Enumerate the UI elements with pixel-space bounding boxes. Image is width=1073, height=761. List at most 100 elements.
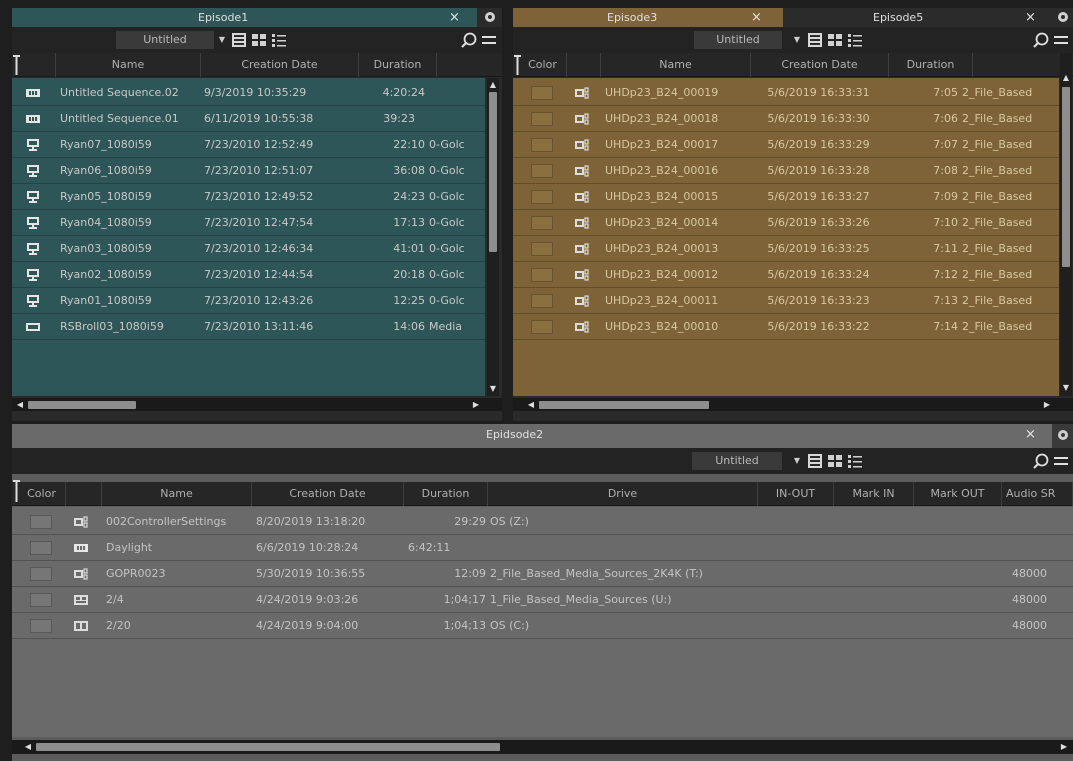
column-header-drive[interactable]: Drive bbox=[488, 482, 758, 506]
table-row[interactable]: UHDp23_B24_00014 5/6/2019 16:33:26 7:10 … bbox=[513, 210, 1059, 236]
color-swatch[interactable] bbox=[531, 164, 553, 178]
frame-view-icon[interactable] bbox=[231, 32, 247, 48]
column-header-blank[interactable] bbox=[22, 53, 56, 77]
color-swatch[interactable] bbox=[30, 515, 52, 529]
table-row[interactable]: UHDp23_B24_00011 5/6/2019 16:33:23 7:13 … bbox=[513, 288, 1059, 314]
list-view-icon[interactable] bbox=[271, 32, 287, 48]
horizontal-scrollbar[interactable]: ◀ ▶ bbox=[12, 740, 1073, 754]
horizontal-scroll-thumb[interactable] bbox=[539, 401, 709, 409]
close-icon[interactable]: × bbox=[449, 8, 460, 27]
close-icon[interactable]: × bbox=[1025, 8, 1036, 27]
list-view-icon[interactable] bbox=[847, 32, 863, 48]
grid-view-icon[interactable] bbox=[827, 453, 843, 469]
close-icon[interactable]: × bbox=[751, 8, 762, 27]
scroll-right-icon[interactable]: ▶ bbox=[1041, 400, 1053, 410]
color-swatch[interactable] bbox=[531, 138, 553, 152]
table-row[interactable]: 2/20 4/24/2019 9:04:00 1;04;13 OS (C:) 4… bbox=[12, 613, 1073, 639]
horizontal-scroll-thumb[interactable] bbox=[36, 743, 500, 751]
color-swatch[interactable] bbox=[30, 593, 52, 607]
view-name-field[interactable]: Untitled bbox=[692, 452, 782, 470]
frame-view-icon[interactable] bbox=[807, 32, 823, 48]
column-header-audio-sr[interactable]: Audio SR bbox=[1002, 482, 1073, 506]
table-row[interactable]: Ryan06_1080i59 7/23/2010 12:51:07 36:08 … bbox=[12, 158, 485, 184]
close-icon[interactable]: × bbox=[1025, 424, 1036, 446]
column-header-blank[interactable] bbox=[567, 53, 601, 77]
scroll-left-icon[interactable]: ◀ bbox=[22, 742, 34, 752]
gear-icon[interactable] bbox=[1055, 9, 1071, 25]
table-row[interactable]: Ryan04_1080i59 7/23/2010 12:47:54 17:13 … bbox=[12, 210, 485, 236]
scroll-up-icon[interactable]: ▲ bbox=[487, 80, 499, 90]
search-icon[interactable] bbox=[1032, 31, 1050, 49]
column-header-name[interactable]: Name bbox=[102, 482, 252, 506]
table-row[interactable]: GOPR0023 5/30/2019 10:36:55 12:09 2_File… bbox=[12, 561, 1073, 587]
column-header-duration[interactable]: Duration bbox=[889, 53, 973, 77]
table-row[interactable]: UHDp23_B24_00015 5/6/2019 16:33:27 7:09 … bbox=[513, 184, 1059, 210]
color-swatch[interactable] bbox=[531, 86, 553, 100]
column-header-mark-out[interactable]: Mark OUT bbox=[914, 482, 1002, 506]
chevron-down-icon[interactable]: ▼ bbox=[791, 31, 803, 49]
column-header-duration[interactable]: Duration bbox=[404, 482, 488, 506]
frame-view-icon[interactable] bbox=[807, 453, 823, 469]
grid-view-icon[interactable] bbox=[251, 32, 267, 48]
chevron-down-icon[interactable]: ▼ bbox=[216, 31, 228, 49]
color-swatch[interactable] bbox=[531, 242, 553, 256]
table-row[interactable]: UHDp23_B24_00018 5/6/2019 16:33:30 7:06 … bbox=[513, 106, 1059, 132]
horizontal-scrollbar[interactable]: ◀ ▶ bbox=[513, 398, 1073, 411]
horizontal-scroll-thumb[interactable] bbox=[28, 401, 136, 409]
menu-icon[interactable] bbox=[1052, 31, 1070, 49]
table-row[interactable]: Ryan01_1080i59 7/23/2010 12:43:26 12:25 … bbox=[12, 288, 485, 314]
color-swatch[interactable] bbox=[531, 320, 553, 334]
search-icon[interactable] bbox=[1032, 452, 1050, 470]
column-header-blank[interactable] bbox=[66, 482, 102, 506]
column-header-mark-in[interactable]: Mark IN bbox=[834, 482, 914, 506]
menu-icon[interactable] bbox=[480, 31, 498, 49]
column-header-color[interactable]: Color bbox=[519, 53, 567, 77]
color-swatch[interactable] bbox=[531, 190, 553, 204]
gear-icon[interactable] bbox=[1055, 427, 1071, 443]
column-header-creation-date[interactable]: Creation Date bbox=[252, 482, 404, 506]
scroll-down-icon[interactable]: ▼ bbox=[487, 384, 499, 394]
tab-episode3[interactable]: Episode3 × bbox=[513, 8, 783, 27]
color-swatch[interactable] bbox=[30, 619, 52, 633]
vertical-scroll-thumb[interactable] bbox=[489, 92, 497, 252]
column-header-color[interactable]: Color bbox=[18, 482, 66, 506]
menu-icon[interactable] bbox=[1052, 452, 1070, 470]
horizontal-scrollbar[interactable]: ◀ ▶ bbox=[12, 398, 502, 411]
view-name-field[interactable]: Untitled bbox=[116, 31, 214, 49]
color-swatch[interactable] bbox=[531, 268, 553, 282]
color-swatch[interactable] bbox=[531, 216, 553, 230]
table-row[interactable]: UHDp23_B24_00013 5/6/2019 16:33:25 7:11 … bbox=[513, 236, 1059, 262]
table-row[interactable]: Ryan02_1080i59 7/23/2010 12:44:54 20:18 … bbox=[12, 262, 485, 288]
table-row[interactable]: Ryan05_1080i59 7/23/2010 12:49:52 24:23 … bbox=[12, 184, 485, 210]
table-row[interactable]: UHDp23_B24_00010 5/6/2019 16:33:22 7:14 … bbox=[513, 314, 1059, 340]
table-row[interactable]: RSBroll03_1080i59 7/23/2010 13:11:46 14:… bbox=[12, 314, 485, 340]
column-header-creation-date[interactable]: Creation Date bbox=[751, 53, 889, 77]
column-header-name[interactable]: Name bbox=[601, 53, 751, 77]
vertical-scrollbar[interactable]: ▲ ▼ bbox=[487, 78, 499, 396]
table-row[interactable]: 002ControllerSettings 8/20/2019 13:18:20… bbox=[12, 509, 1073, 535]
table-row[interactable]: UHDp23_B24_00012 5/6/2019 16:33:24 7:12 … bbox=[513, 262, 1059, 288]
gear-icon[interactable] bbox=[482, 9, 498, 25]
table-row[interactable]: Daylight 6/6/2019 10:28:24 6:42:11 bbox=[12, 535, 1073, 561]
color-swatch[interactable] bbox=[30, 541, 52, 555]
view-name-field[interactable]: Untitled bbox=[694, 31, 782, 49]
search-icon[interactable] bbox=[460, 31, 478, 49]
table-row[interactable]: 2/4 4/24/2019 9:03:26 1;04;17 1_File_Bas… bbox=[12, 587, 1073, 613]
table-row[interactable]: Untitled Sequence.02 9/3/2019 10:35:29 4… bbox=[12, 80, 485, 106]
column-header-name[interactable]: Name bbox=[56, 53, 201, 77]
scroll-right-icon[interactable]: ▶ bbox=[1058, 742, 1070, 752]
grid-view-icon[interactable] bbox=[827, 32, 843, 48]
list-view-icon[interactable] bbox=[847, 453, 863, 469]
vertical-scroll-thumb[interactable] bbox=[1062, 87, 1070, 267]
table-row[interactable]: Ryan07_1080i59 7/23/2010 12:52:49 22:10 … bbox=[12, 132, 485, 158]
table-row[interactable]: UHDp23_B24_00017 5/6/2019 16:33:29 7:07 … bbox=[513, 132, 1059, 158]
scroll-up-icon[interactable]: ▲ bbox=[1060, 73, 1072, 83]
column-header-duration[interactable]: Duration bbox=[359, 53, 437, 77]
vertical-scrollbar[interactable]: ▲ ▼ bbox=[1060, 53, 1072, 396]
column-header-in-out[interactable]: IN-OUT bbox=[758, 482, 834, 506]
table-row[interactable]: Ryan03_1080i59 7/23/2010 12:46:34 41:01 … bbox=[12, 236, 485, 262]
scroll-right-icon[interactable]: ▶ bbox=[470, 400, 482, 410]
column-header-creation-date[interactable]: Creation Date bbox=[201, 53, 359, 77]
table-row[interactable]: UHDp23_B24_00016 5/6/2019 16:33:28 7:08 … bbox=[513, 158, 1059, 184]
tab-episode5[interactable]: Episode5 × bbox=[783, 8, 1053, 27]
